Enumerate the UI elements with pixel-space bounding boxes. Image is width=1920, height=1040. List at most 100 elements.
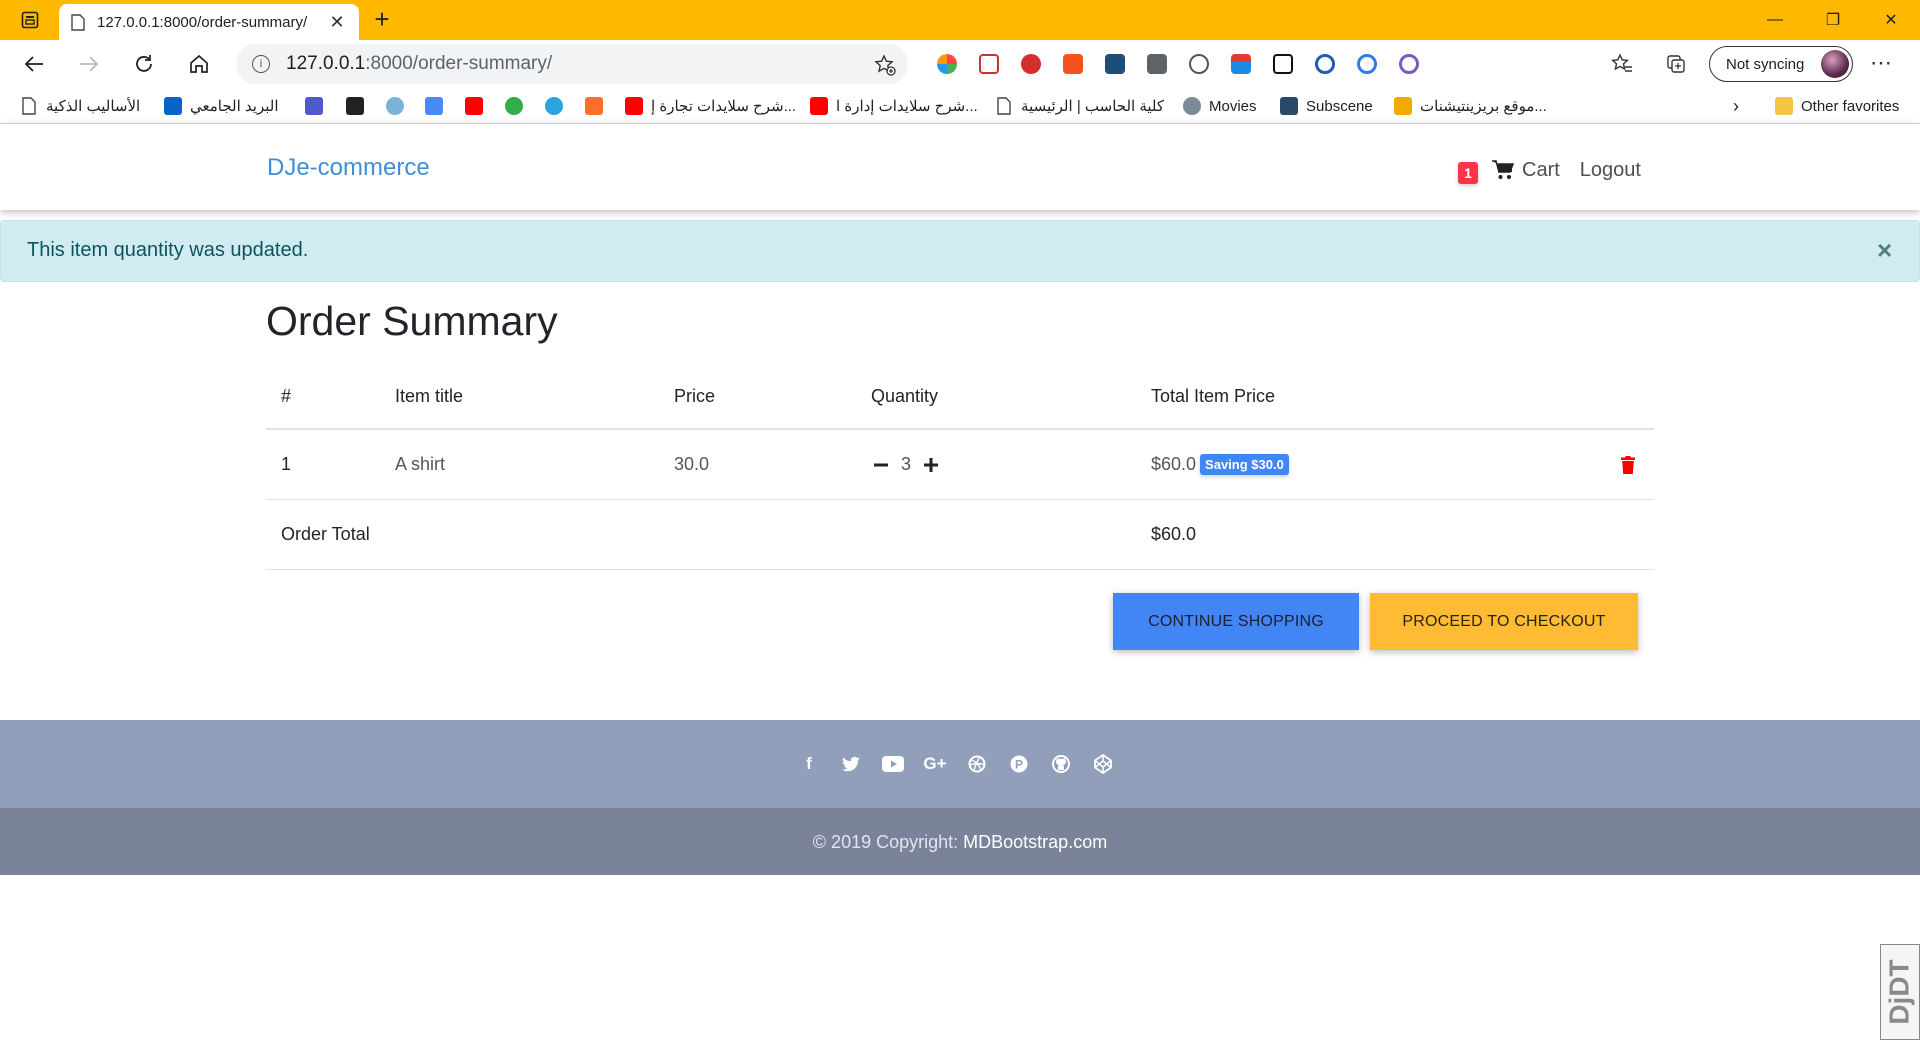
youtube-icon[interactable] — [872, 752, 914, 776]
extension-camera-icon[interactable] — [1094, 50, 1136, 78]
footer-social-bar: f G+ P — [0, 720, 1920, 808]
movies-icon — [1183, 97, 1201, 115]
bookmarks-bar: الأساليب الذكية البريد الجامعي شرح سلايد… — [0, 88, 1920, 124]
extension-user-icon[interactable] — [1136, 50, 1178, 78]
other-favorites-folder[interactable]: Other favorites — [1775, 88, 1899, 124]
quantity-value: 3 — [901, 454, 912, 474]
plus-icon[interactable] — [921, 455, 941, 475]
telegram-icon[interactable] — [545, 97, 563, 115]
favorites-icon[interactable] — [1606, 48, 1638, 80]
item-total: $60.0 Saving $30.0 — [1151, 430, 1289, 499]
extension-t-icon[interactable] — [926, 50, 968, 78]
extension-gauge-icon[interactable] — [1178, 50, 1220, 78]
close-window-icon[interactable]: ✕ — [1862, 0, 1920, 40]
refresh-icon[interactable] — [128, 48, 160, 80]
browser-toolbar: i 127.0.0.1:8000/order-summary/ Not sync… — [0, 40, 1920, 88]
bookmark-item[interactable]: البريد الجامعي — [164, 88, 279, 124]
adblock-icon[interactable] — [1010, 50, 1052, 78]
saving-badge: Saving $30.0 — [1200, 454, 1289, 475]
add-favorite-icon[interactable] — [874, 54, 896, 76]
facebook-icon[interactable]: f — [788, 752, 830, 776]
info-icon[interactable]: i — [252, 55, 270, 73]
twitter-icon[interactable] — [830, 752, 872, 776]
column-header-quantity: Quantity — [871, 385, 939, 406]
bookmark-item[interactable]: Movies — [1183, 88, 1257, 124]
address-bar[interactable]: i 127.0.0.1:8000/order-summary/ — [236, 44, 908, 84]
back-arrow-icon[interactable] — [18, 48, 50, 80]
extension-magnifier-icon[interactable] — [1346, 50, 1388, 78]
forward-arrow-icon[interactable] — [73, 48, 105, 80]
tab-title: 127.0.0.1:8000/order-summary/ — [97, 13, 308, 31]
copyright-text: © 2019 Copyright: MDBootstrap.com — [812, 832, 1108, 852]
cart-link[interactable]: Cart — [1492, 159, 1560, 182]
row-number: 1 — [281, 454, 292, 474]
column-header-number: # — [281, 385, 292, 406]
document-icon — [22, 97, 36, 115]
extension-2-icon[interactable] — [505, 97, 523, 115]
orange-app-icon[interactable] — [585, 97, 603, 115]
extension-window-icon[interactable] — [1220, 50, 1262, 78]
continue-shopping-button[interactable]: CONTINUE SHOPPING — [1113, 593, 1359, 650]
column-header-price: Price — [674, 385, 716, 406]
extension-circle-icon[interactable] — [1388, 50, 1430, 78]
minus-icon[interactable] — [871, 455, 891, 475]
bookmark-item[interactable]: موقع بريزينتيشنات... — [1394, 88, 1547, 124]
teams-icon[interactable] — [305, 97, 323, 115]
trash-icon[interactable] — [1621, 430, 1635, 499]
table-header-row: # Item title Price Quantity Total Item P… — [266, 364, 1654, 430]
site-navbar: DJe-commerce 1 Cart Logout — [0, 124, 1920, 210]
restore-icon[interactable]: ❐ — [1804, 0, 1862, 40]
home-icon[interactable] — [183, 48, 215, 80]
extension-search-icon[interactable] — [1304, 50, 1346, 78]
bookmark-item[interactable]: الأساليب الذكية — [20, 88, 140, 124]
order-total-value: $60.0 — [1151, 524, 1197, 544]
shopping-cart-icon — [1492, 160, 1514, 179]
footer-copyright-bar: © 2019 Copyright: MDBootstrap.com — [0, 808, 1920, 875]
notion-icon[interactable] — [1262, 50, 1304, 78]
bookmark-item[interactable]: كلية الحاسب | الرئيسية — [995, 88, 1164, 124]
url-text[interactable]: 127.0.0.1:8000/order-summary/ — [286, 53, 552, 75]
item-total-value: $60.0 — [1151, 454, 1197, 474]
bookmark-item[interactable]: Subscene — [1280, 88, 1373, 124]
brand-link[interactable]: DJe-commerce — [267, 154, 430, 182]
sync-status-label: Not syncing — [1726, 55, 1805, 73]
order-total-label: Order Total — [281, 524, 370, 544]
new-tab-icon[interactable]: + — [368, 6, 396, 34]
folder-icon — [1775, 97, 1793, 115]
extension-percent-icon[interactable] — [1052, 50, 1094, 78]
bookmark-item[interactable]: شرح سلايدات تجارة إ... — [625, 88, 796, 124]
youtube-icon[interactable] — [465, 97, 483, 115]
browser-tab[interactable]: 127.0.0.1:8000/order-summary/ ✕ — [59, 4, 359, 40]
profile-sync-button[interactable]: Not syncing — [1709, 46, 1853, 82]
browser-title-bar: 127.0.0.1:8000/order-summary/ ✕ + — ❐ ✕ — [0, 0, 1920, 40]
document-icon — [997, 97, 1011, 115]
extension-pocket-icon[interactable] — [968, 50, 1010, 78]
close-icon[interactable]: × — [1877, 235, 1892, 266]
pinterest-icon[interactable]: P — [998, 752, 1040, 776]
youtube-icon — [625, 97, 643, 115]
codepen-icon[interactable] — [1082, 752, 1124, 776]
document-icon — [71, 13, 85, 31]
translate-icon[interactable] — [425, 97, 443, 115]
google-plus-icon[interactable]: G+ — [914, 752, 956, 776]
quantity-stepper: 3 — [871, 430, 941, 499]
mdbootstrap-link[interactable]: MDBootstrap.com — [963, 832, 1107, 852]
django-debug-toolbar-handle[interactable]: DjDT — [1880, 944, 1920, 1040]
outlook-icon — [164, 97, 182, 115]
tab-close-icon[interactable]: ✕ — [327, 12, 347, 33]
collections-icon[interactable] — [1660, 48, 1692, 80]
logout-link[interactable]: Logout — [1580, 159, 1641, 182]
window-menu-icon[interactable] — [20, 10, 40, 30]
chevron-right-icon[interactable]: › — [1733, 88, 1739, 124]
proceed-to-checkout-button[interactable]: PROCEED TO CHECKOUT — [1370, 593, 1638, 650]
github-icon[interactable] — [1040, 752, 1082, 776]
bookmark-item[interactable]: شرح سلايدات إدارة ا... — [810, 88, 978, 124]
svg-text:P: P — [1015, 758, 1023, 772]
page-title: Order Summary — [266, 298, 558, 344]
bb-icon[interactable] — [346, 97, 364, 115]
dribbble-icon[interactable] — [956, 752, 998, 776]
item-price: 30.0 — [674, 454, 710, 474]
more-options-icon[interactable]: ⋯ — [1870, 50, 1893, 76]
minimize-icon[interactable]: — — [1746, 0, 1804, 40]
waves-icon[interactable] — [386, 97, 404, 115]
